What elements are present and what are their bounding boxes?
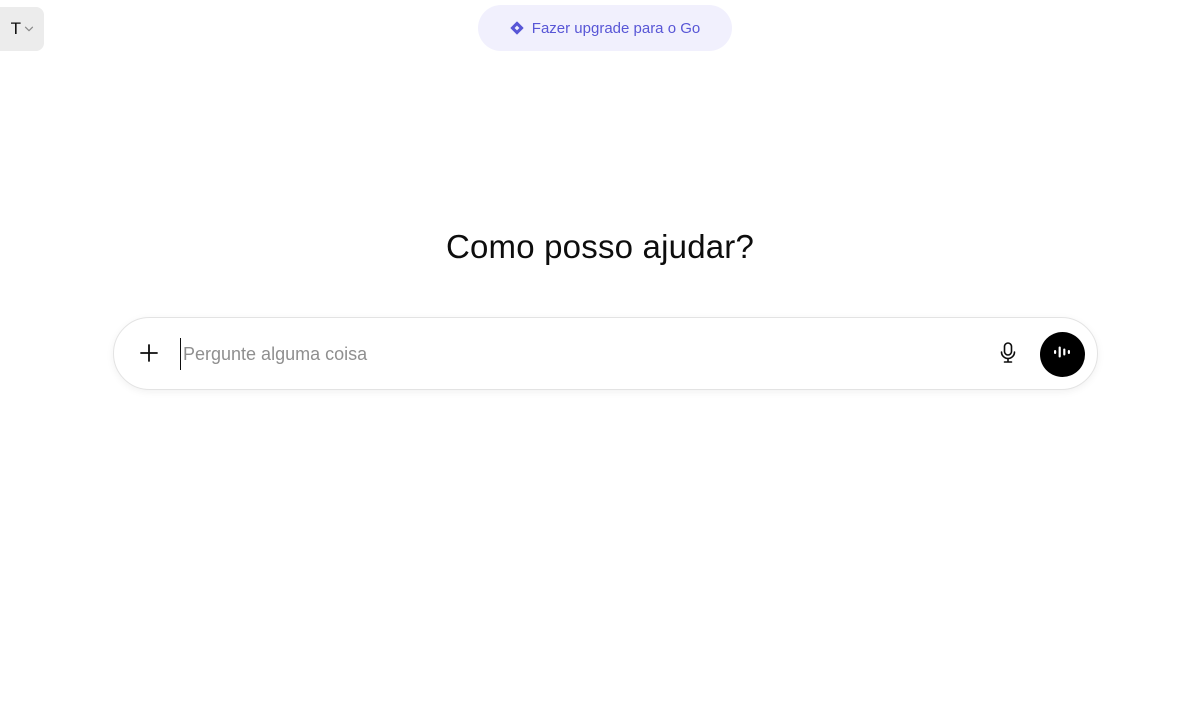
add-attachment-button[interactable] xyxy=(136,342,162,368)
voice-mode-button[interactable] xyxy=(1040,332,1085,377)
upgrade-button[interactable]: Fazer upgrade para o Go xyxy=(478,5,732,51)
prompt-composer xyxy=(113,317,1098,390)
dictate-button[interactable] xyxy=(996,341,1020,370)
chevron-down-icon xyxy=(24,24,34,34)
upgrade-label: Fazer upgrade para o Go xyxy=(531,19,701,37)
model-selector-button[interactable]: T xyxy=(0,7,44,51)
plus-icon xyxy=(138,342,160,369)
page-title: Como posso ajudar? xyxy=(445,228,755,265)
voice-waveform-icon xyxy=(1052,344,1074,365)
microphone-icon xyxy=(999,341,1017,370)
prompt-input[interactable] xyxy=(180,338,963,370)
diamond-icon xyxy=(510,21,524,35)
chat-home-page: T Fazer upgrade para o Go Como posso aju… xyxy=(0,0,1200,720)
model-selector-label: T xyxy=(10,19,21,38)
